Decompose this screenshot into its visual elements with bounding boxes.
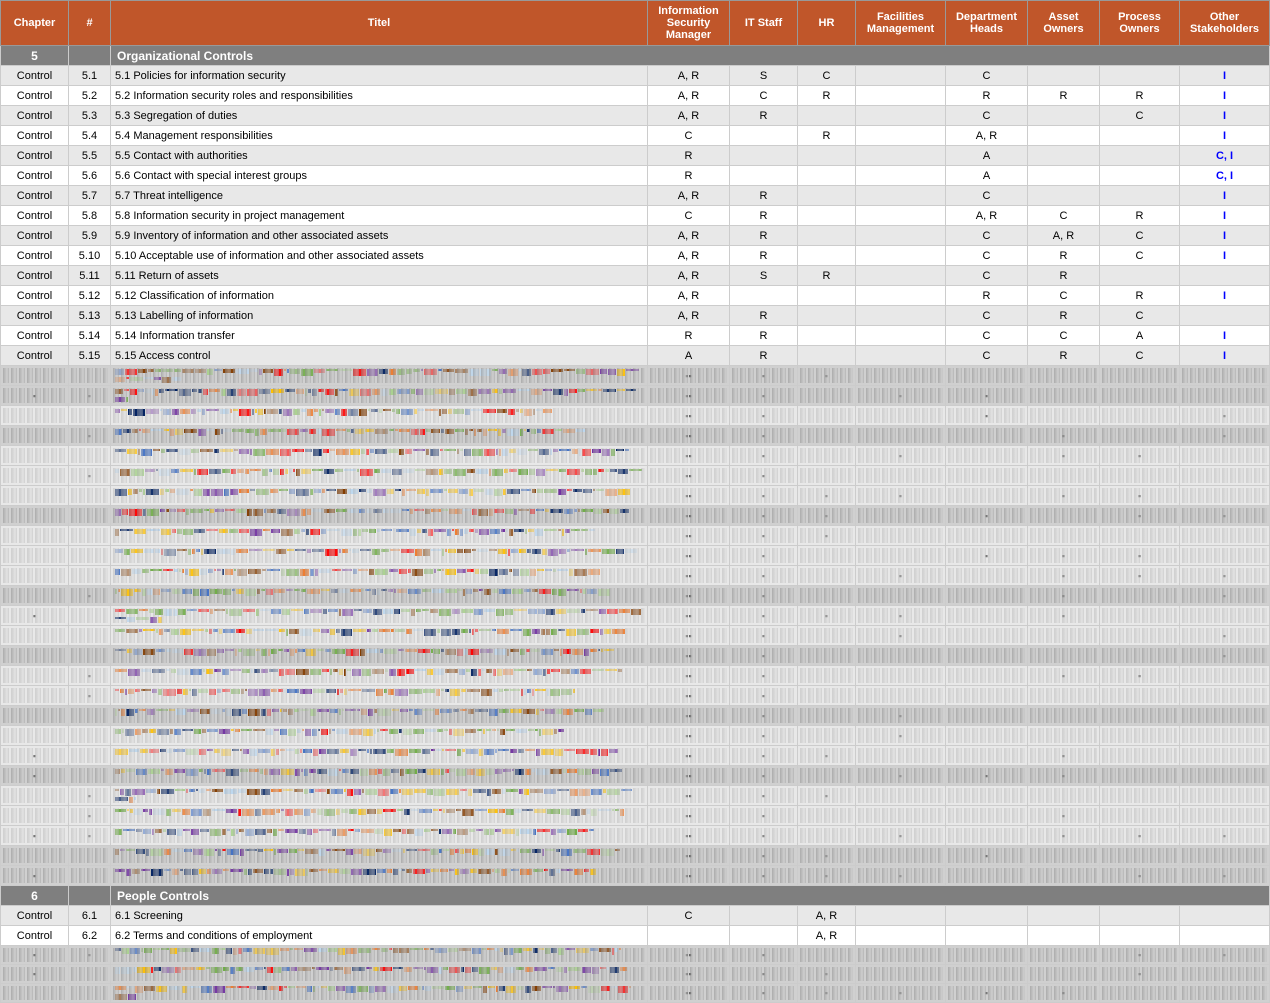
blurred-row: ▪▪▪▪ bbox=[1, 526, 1270, 546]
table-row: Control5.45.4 Management responsibilitie… bbox=[1, 126, 1270, 146]
blurred-row: ▪▪▪▪▪▪ bbox=[1, 426, 1270, 446]
col-assetowners: Asset Owners bbox=[1028, 1, 1100, 46]
table-row: Control5.105.10 Acceptable use of inform… bbox=[1, 246, 1270, 266]
blurred-row: ▪▪▪▪ bbox=[1, 646, 1270, 666]
table-row: Control5.75.7 Threat intelligenceA, RRCI bbox=[1, 186, 1270, 206]
col-hr: HR bbox=[798, 1, 856, 46]
col-itstaff: IT Staff bbox=[730, 1, 798, 46]
blurred-row: ▪▪▪▪▪ bbox=[1, 846, 1270, 866]
blurred-row: ▪▪▪▪ bbox=[1, 466, 1270, 486]
blurred-row: ▪▪▪▪▪▪ bbox=[1, 586, 1270, 606]
table-row: Control5.85.8 Information security in pr… bbox=[1, 206, 1270, 226]
blurred-row: ▪▪▪▪▪ bbox=[1, 786, 1270, 806]
blurred-row: ▪▪▪▪ bbox=[1, 706, 1270, 726]
blurred-row: ▪▪▪▪▪▪ bbox=[1, 666, 1270, 686]
table-row: Control5.25.2 Information security roles… bbox=[1, 86, 1270, 106]
blurred-row: ▪▪▪▪▪▪ bbox=[1, 965, 1270, 984]
blurred-row: ▪▪▪▪▪▪▪▪▪ bbox=[1, 826, 1270, 846]
blurred-row: ▪▪▪▪ bbox=[1, 686, 1270, 706]
blurred-row: ▪▪▪▪▪▪▪ bbox=[1, 386, 1270, 406]
table-row: Control5.155.15 Access controlARCRCI bbox=[1, 346, 1270, 366]
col-depthead: Department Heads bbox=[946, 1, 1028, 46]
blurred-row: ▪▪▪▪▪▪▪ bbox=[1, 506, 1270, 526]
blurred-row: ▪▪▪▪▪▪▪ bbox=[1, 606, 1270, 626]
col-num: # bbox=[69, 1, 111, 46]
blurred-row: ▪▪▪▪▪▪▪ bbox=[1, 984, 1270, 1003]
table-row: Control6.26.2 Terms and conditions of em… bbox=[1, 926, 1270, 946]
blurred-row: ▪▪▪▪▪▪▪ bbox=[1, 766, 1270, 786]
table-row: Control5.95.9 Inventory of information a… bbox=[1, 226, 1270, 246]
table-row: Control5.115.11 Return of assetsA, RSRCR bbox=[1, 266, 1270, 286]
blurred-row: ▪▪▪▪▪▪▪ bbox=[1, 566, 1270, 586]
main-table: Chapter # Titel Information Security Man… bbox=[0, 0, 1270, 1003]
blurred-row: ▪▪▪▪▪▪ bbox=[1, 546, 1270, 566]
col-other: Other Stakeholders bbox=[1180, 1, 1270, 46]
blurred-row: ▪▪▪▪ bbox=[1, 726, 1270, 746]
table-row: Control5.65.6 Contact with special inter… bbox=[1, 166, 1270, 186]
table-row: Control5.55.5 Contact with authoritiesRA… bbox=[1, 146, 1270, 166]
blurred-row: ▪▪▪▪▪ bbox=[1, 806, 1270, 826]
blurred-row: ▪▪▪▪ bbox=[1, 366, 1270, 386]
col-chapter: Chapter bbox=[1, 1, 69, 46]
col-facilities: Facilities Management bbox=[856, 1, 946, 46]
section-header-row: 6People Controls bbox=[1, 886, 1270, 906]
blurred-row: ▪▪▪▪▪▪ bbox=[1, 746, 1270, 766]
blurred-row: ▪▪▪▪▪▪▪ bbox=[1, 486, 1270, 506]
col-ism: Information Security Manager bbox=[648, 1, 730, 46]
blurred-row: ▪▪▪▪▪ bbox=[1, 406, 1270, 426]
section-header-row: 5Organizational Controls bbox=[1, 46, 1270, 66]
table-row: Control5.145.14 Information transferRRCC… bbox=[1, 326, 1270, 346]
blurred-row: ▪▪▪▪▪ bbox=[1, 626, 1270, 646]
col-title: Titel bbox=[111, 1, 648, 46]
table-row: Control5.35.3 Segregation of dutiesA, RR… bbox=[1, 106, 1270, 126]
blurred-row: ▪▪▪▪▪▪▪ bbox=[1, 946, 1270, 965]
table-row: Control5.15.1 Policies for information s… bbox=[1, 66, 1270, 86]
col-processowners: Process Owners bbox=[1100, 1, 1180, 46]
blurred-row: ▪▪▪▪▪▪ bbox=[1, 446, 1270, 466]
table-row: Control5.125.12 Classification of inform… bbox=[1, 286, 1270, 306]
table-row: Control5.135.13 Labelling of information… bbox=[1, 306, 1270, 326]
table-row: Control6.16.1 ScreeningCA, R bbox=[1, 906, 1270, 926]
blurred-row: ▪▪▪▪▪▪▪▪ bbox=[1, 866, 1270, 886]
